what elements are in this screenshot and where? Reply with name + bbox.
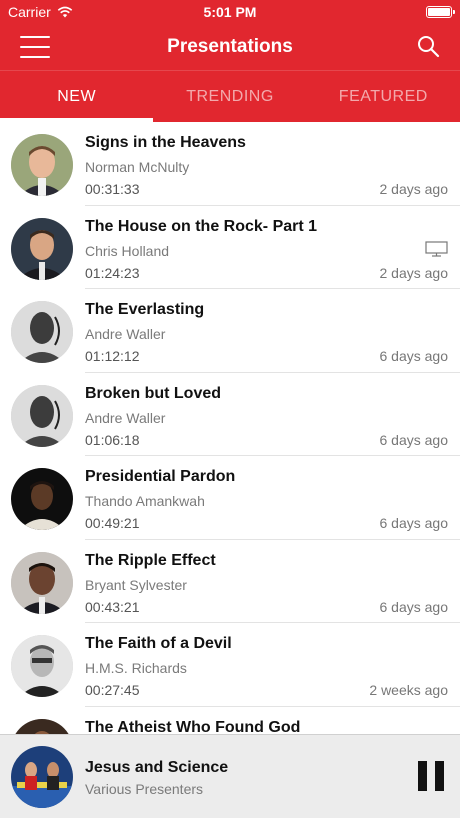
- presentation-title: The Faith of a Devil: [85, 635, 232, 652]
- avatar: [11, 468, 73, 530]
- list-item[interactable]: Signs in the Heavens Norman McNulty 00:3…: [0, 122, 460, 206]
- search-icon[interactable]: [416, 34, 440, 58]
- presentation-title: The Atheist Who Found God: [85, 718, 301, 735]
- date-posted: 6 days ago: [379, 515, 449, 531]
- presenter-name: Norman McNulty: [85, 159, 190, 175]
- avatar: [11, 718, 73, 734]
- presenter-name: Bryant Sylvester: [85, 576, 187, 593]
- date-posted: 2 days ago: [379, 264, 449, 281]
- pause-icon[interactable]: [418, 761, 444, 791]
- avatar: [11, 134, 73, 196]
- wifi-icon: [57, 6, 72, 18]
- tab-new[interactable]: NEW: [0, 71, 154, 122]
- date-posted: 6 days ago: [379, 348, 449, 364]
- presenter-name: Andre Waller: [85, 326, 166, 342]
- presenter-name: Andre Waller: [85, 409, 166, 426]
- list-item[interactable]: The Atheist Who Found God: [0, 707, 460, 735]
- list-item[interactable]: The Faith of a Devil H.M.S. Richards 00:…: [0, 623, 460, 707]
- list-item[interactable]: Broken but Loved Andre Waller 01:06:18 6…: [0, 373, 460, 457]
- status-left: Carrier: [8, 4, 73, 20]
- duration: 01:24:23: [85, 264, 140, 281]
- duration: 00:27:45: [85, 682, 140, 698]
- nav-bar: Presentations: [0, 24, 460, 70]
- list-item[interactable]: The Everlasting Andre Waller 01:12:12 6 …: [0, 289, 460, 373]
- tab-featured[interactable]: FEATURED: [307, 71, 460, 122]
- presenter-name: H.M.S. Richards: [85, 660, 187, 676]
- page-title: Presentations: [167, 36, 293, 57]
- duration: 00:43:21: [85, 598, 140, 615]
- battery-icon: [426, 6, 455, 18]
- now-playing-bar[interactable]: Jesus and Science Various Presenters: [0, 734, 460, 818]
- now-playing-title: Jesus and Science: [85, 759, 229, 776]
- presentation-list[interactable]: Signs in the Heavens Norman McNulty 00:3…: [0, 122, 460, 734]
- tab-bar: NEW TRENDING FEATURED: [0, 70, 460, 122]
- now-playing-presenter: Various Presenters: [85, 781, 204, 797]
- presentation-title: The House on the Rock- Part 1: [85, 217, 318, 235]
- avatar: [11, 551, 73, 614]
- status-bar: Carrier 5:01 PM: [0, 0, 460, 24]
- date-posted: 6 days ago: [379, 598, 449, 615]
- date-posted: 6 days ago: [379, 431, 449, 448]
- date-posted: 2 days ago: [379, 181, 449, 197]
- carrier-label: Carrier: [8, 4, 51, 20]
- tv-icon: [425, 240, 448, 257]
- duration: 01:06:18: [85, 431, 140, 448]
- list-item[interactable]: Presidential Pardon Thando Amankwah 00:4…: [0, 456, 460, 540]
- presenter-name: Chris Holland: [85, 242, 170, 259]
- presentation-title: Broken but Loved: [85, 384, 222, 402]
- presentation-title: Signs in the Heavens: [85, 134, 246, 151]
- avatar: [11, 635, 73, 697]
- now-playing-artwork: [11, 746, 73, 808]
- list-item[interactable]: The House on the Rock- Part 1 Chris Holl…: [0, 206, 460, 290]
- list-item[interactable]: The Ripple Effect Bryant Sylvester 00:43…: [0, 540, 460, 624]
- presentation-title: The Ripple Effect: [85, 551, 216, 569]
- presentation-title: Presidential Pardon: [85, 468, 236, 485]
- duration: 01:12:12: [85, 348, 140, 364]
- date-posted: 2 weeks ago: [369, 682, 448, 698]
- hamburger-menu-icon[interactable]: [20, 36, 50, 58]
- avatar: [11, 301, 73, 363]
- duration: 00:31:33: [85, 181, 140, 197]
- presenter-name: Thando Amankwah: [85, 493, 205, 509]
- duration: 00:49:21: [85, 515, 140, 531]
- avatar: [11, 384, 73, 447]
- avatar: [11, 217, 73, 280]
- tab-trending[interactable]: TRENDING: [153, 71, 306, 122]
- presentation-title: The Everlasting: [85, 301, 205, 318]
